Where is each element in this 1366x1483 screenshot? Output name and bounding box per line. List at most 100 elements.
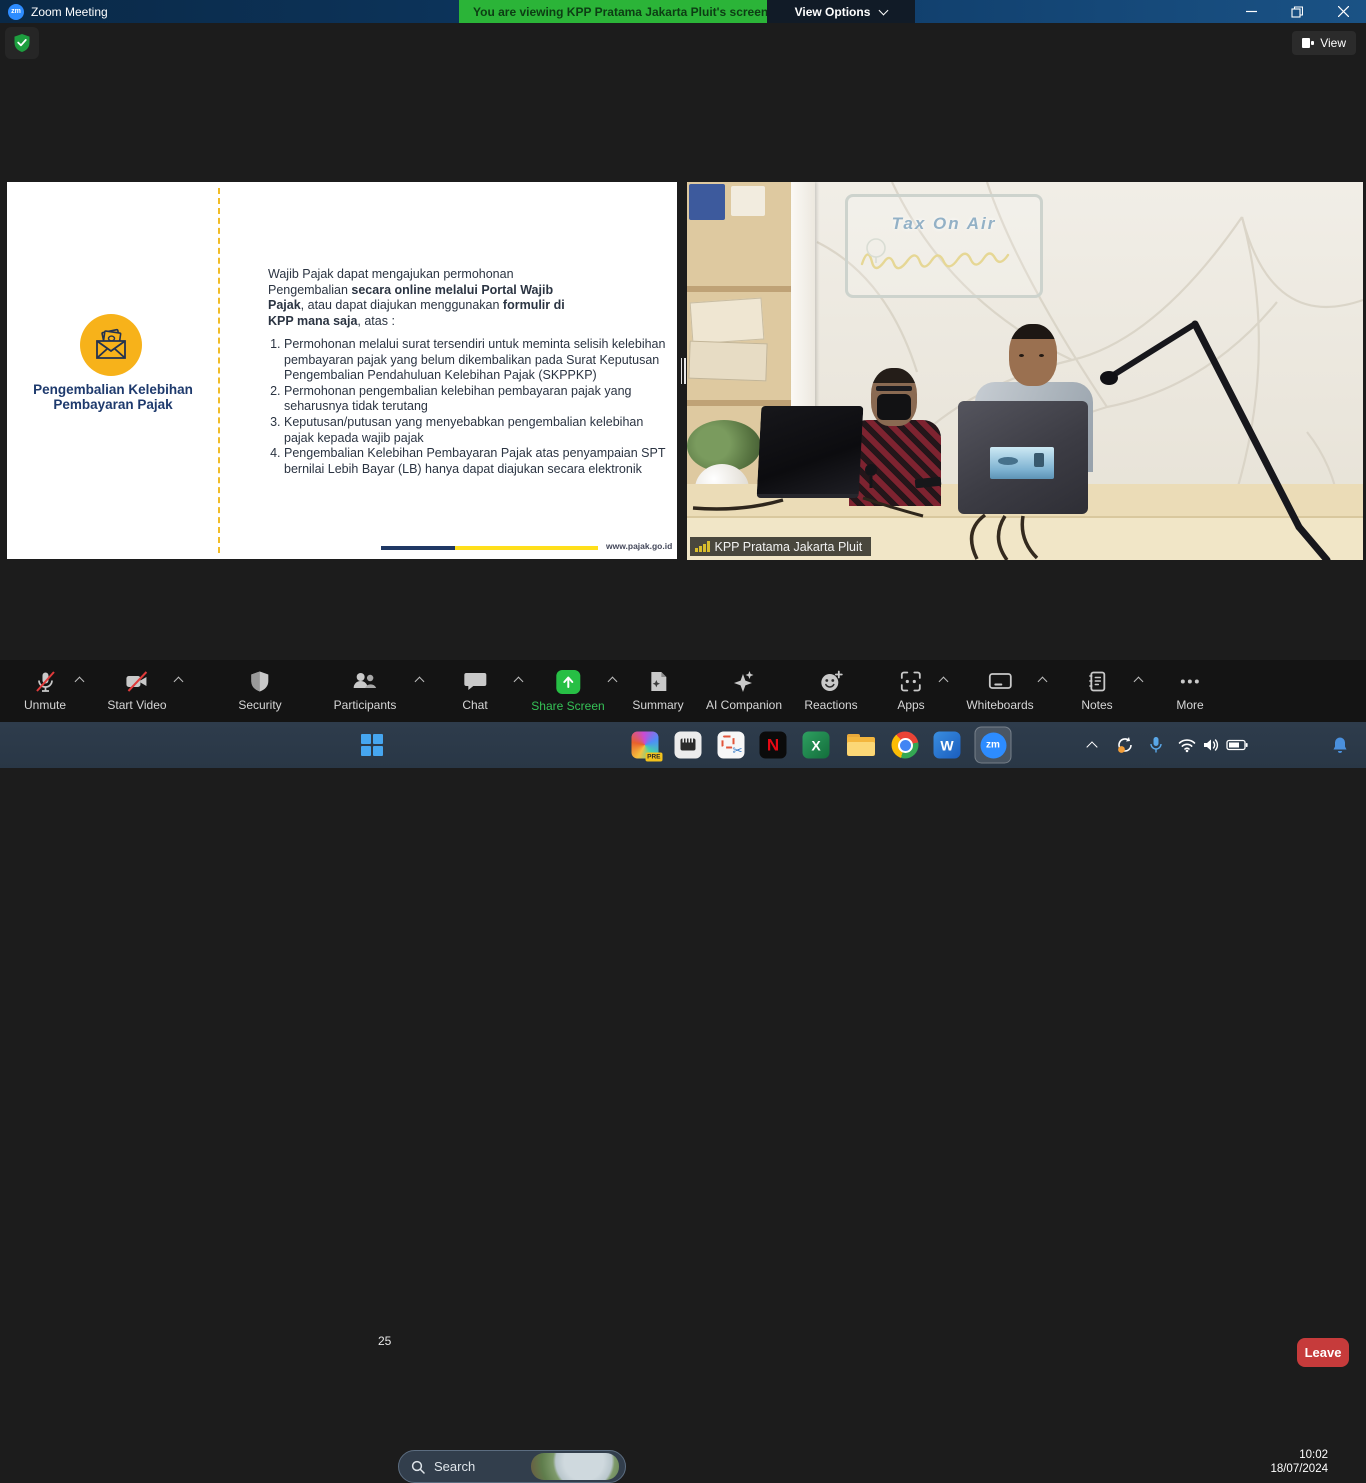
participant-name-label: KPP Pratama Jakarta Pluit — [690, 537, 871, 556]
layout-icon — [1302, 38, 1314, 48]
close-icon — [1338, 6, 1349, 17]
video-muted-icon — [125, 670, 150, 693]
taskbar-item-chrome[interactable] — [892, 732, 919, 759]
share-screen-button[interactable]: Share Screen — [531, 670, 604, 713]
security-button[interactable]: Security — [238, 670, 281, 712]
green-shield-check-icon — [13, 33, 31, 53]
taskbar-item-zoom-active[interactable]: zm — [975, 727, 1012, 764]
tray-overflow-chevron[interactable] — [1088, 739, 1096, 751]
windows-logo-icon — [361, 734, 383, 756]
screen-share-banner-text: You are viewing KPP Pratama Jakarta Plui… — [473, 5, 768, 19]
start-video-button[interactable]: Start Video — [107, 670, 166, 712]
taskbar-item-copilot[interactable]: PRE — [632, 732, 659, 759]
close-button[interactable] — [1320, 0, 1366, 23]
window-title: Zoom Meeting — [31, 5, 108, 19]
notes-button[interactable]: Notes — [1081, 670, 1112, 712]
summary-button[interactable]: Summary — [632, 670, 683, 712]
windows-taskbar: Search PRE ✂ N X — [0, 722, 1366, 768]
whiteboard-icon — [987, 670, 1013, 693]
zoom-icon: zm — [980, 732, 1006, 758]
dashed-divider — [218, 188, 220, 553]
snipping-tool-icon: ✂ — [718, 732, 745, 759]
clock-date: 18/07/2024 — [1270, 1463, 1328, 1477]
tray-mic-in-use[interactable] — [1149, 736, 1163, 754]
taskbar-item-excel[interactable]: X — [803, 732, 830, 759]
screen-share-banner: You are viewing KPP Pratama Jakarta Plui… — [459, 0, 782, 23]
unmute-options-chevron[interactable] — [75, 677, 85, 687]
list-item: Keputusan/putusan yang menyebabkan penge… — [284, 415, 666, 446]
apps-button[interactable]: Apps — [897, 670, 924, 712]
speaker-icon — [1202, 737, 1220, 753]
taskbar-item-snipping-tool[interactable]: ✂ — [718, 732, 745, 759]
slide-numbered-list: Permohonan melalui surat tersendiri untu… — [268, 337, 666, 477]
share-options-chevron[interactable] — [608, 677, 618, 687]
list-item: Permohonan melalui surat tersendiri untu… — [284, 337, 666, 384]
video-options-chevron[interactable] — [174, 677, 184, 687]
footer-bar-navy — [381, 546, 455, 550]
tray-notifications[interactable] — [1332, 736, 1348, 754]
folder-icon — [847, 734, 875, 756]
search-placeholder: Search — [434, 1459, 522, 1474]
apps-icon — [899, 670, 922, 693]
view-options-button[interactable]: View Options — [767, 0, 915, 23]
pane-resize-handle[interactable] — [679, 356, 687, 386]
ethernet-icon — [675, 732, 702, 759]
tray-volume[interactable] — [1202, 737, 1220, 753]
apps-options-chevron[interactable] — [939, 677, 949, 687]
tray-battery[interactable] — [1226, 739, 1248, 751]
chrome-icon — [892, 732, 919, 759]
battery-icon — [1226, 739, 1248, 751]
shared-screen-slide: Pengembalian Kelebihan Pembayaran Pajak … — [7, 182, 677, 559]
excel-icon: X — [803, 732, 830, 759]
participant-video-tile[interactable]: Tax On Air — [687, 182, 1363, 560]
title-bar: zm Zoom Meeting You are viewing KPP Prat… — [0, 0, 1366, 23]
restore-icon — [1291, 6, 1303, 18]
participants-button[interactable]: Participants — [334, 670, 397, 712]
shield-icon — [249, 670, 270, 693]
notes-options-chevron[interactable] — [1134, 677, 1144, 687]
search-highlight-image — [531, 1453, 619, 1480]
participants-options-chevron[interactable] — [415, 677, 425, 687]
netflix-icon: N — [760, 732, 787, 759]
minimize-icon — [1246, 6, 1257, 17]
chevron-down-icon — [879, 5, 889, 15]
participants-icon — [352, 670, 378, 693]
ellipsis-icon — [1179, 670, 1202, 693]
wifi-icon — [1178, 738, 1197, 753]
scissors-glyph: ✂ — [732, 744, 742, 758]
active-app-highlight: zm — [975, 727, 1012, 764]
tray-wifi[interactable] — [1178, 738, 1197, 753]
whiteboards-button[interactable]: Whiteboards — [966, 670, 1033, 712]
reactions-button[interactable]: Reactions — [804, 670, 857, 712]
clock-time: 10:02 — [1270, 1449, 1328, 1463]
chat-options-chevron[interactable] — [514, 677, 524, 687]
taskbar-item-word[interactable]: W — [934, 732, 961, 759]
leave-button[interactable]: Leave — [1297, 1338, 1349, 1367]
notification-bell-icon — [1332, 736, 1348, 754]
view-layout-button[interactable]: View — [1292, 31, 1356, 55]
slide-sidebar-title: Pengembalian Kelebihan Pembayaran Pajak — [33, 382, 193, 412]
zoom-toolbar: Unmute Start Video Security — [0, 660, 1366, 722]
list-item: Pengembalian Kelebihan Pembayaran Pajak … — [284, 446, 666, 477]
ai-companion-button[interactable]: AI Companion — [706, 670, 782, 712]
tray-clock[interactable]: 10:02 18/07/2024 — [1270, 1449, 1328, 1476]
notes-icon — [1086, 670, 1107, 693]
more-button[interactable]: More — [1176, 670, 1203, 712]
slide-footer-url: www.pajak.go.id — [606, 541, 672, 551]
unmute-button[interactable]: Unmute — [24, 670, 66, 712]
meeting-info-shield-button[interactable] — [5, 27, 39, 59]
taskbar-item-file-explorer[interactable] — [847, 734, 875, 756]
tray-sync-indicator[interactable] — [1115, 735, 1135, 755]
taskbar-item-ethernet-app[interactable] — [675, 732, 702, 759]
smiley-plus-icon — [819, 670, 843, 693]
list-item: Permohonan pengembalian kelebihan pembay… — [284, 384, 666, 415]
minimize-button[interactable] — [1228, 0, 1274, 23]
whiteboards-options-chevron[interactable] — [1038, 677, 1048, 687]
chat-button[interactable]: Chat — [462, 670, 487, 712]
share-screen-icon — [556, 670, 580, 694]
taskbar-search-box[interactable]: Search — [398, 1450, 626, 1483]
restore-button[interactable] — [1274, 0, 1320, 23]
summary-doc-icon — [647, 670, 669, 693]
start-button[interactable] — [361, 734, 383, 756]
taskbar-item-netflix[interactable]: N — [760, 732, 787, 759]
